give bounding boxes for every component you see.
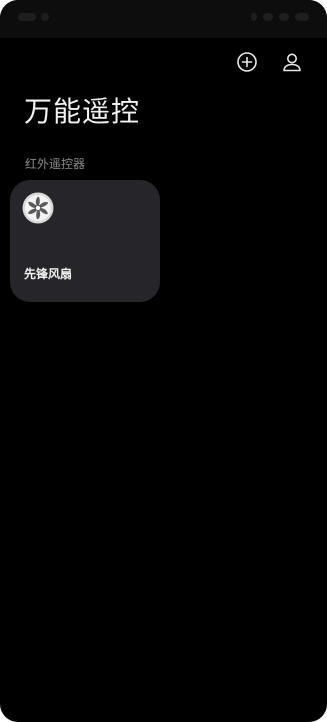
person-icon [283,53,301,72]
status-right-icons [251,12,309,22]
status-bar [0,0,327,38]
plus-circle-icon [237,52,257,72]
device-name: 先锋风扇 [24,267,73,281]
status-time-placeholder [18,13,36,21]
battery-icon [295,13,309,21]
status-icon [263,13,273,21]
status-icon [251,13,257,21]
status-icon [279,13,289,21]
account-button[interactable] [278,48,306,76]
app-screen: 万能遥控 红外遥控器 先锋风扇 [0,0,327,722]
section-label-infrared: 红外遥控器 [25,157,86,171]
status-left-icons [18,12,64,22]
fan-icon [22,192,54,224]
page-title: 万能遥控 [24,95,141,128]
add-device-button[interactable] [233,48,261,76]
status-icon [41,13,49,21]
device-card[interactable]: 先锋风扇 [10,180,160,302]
